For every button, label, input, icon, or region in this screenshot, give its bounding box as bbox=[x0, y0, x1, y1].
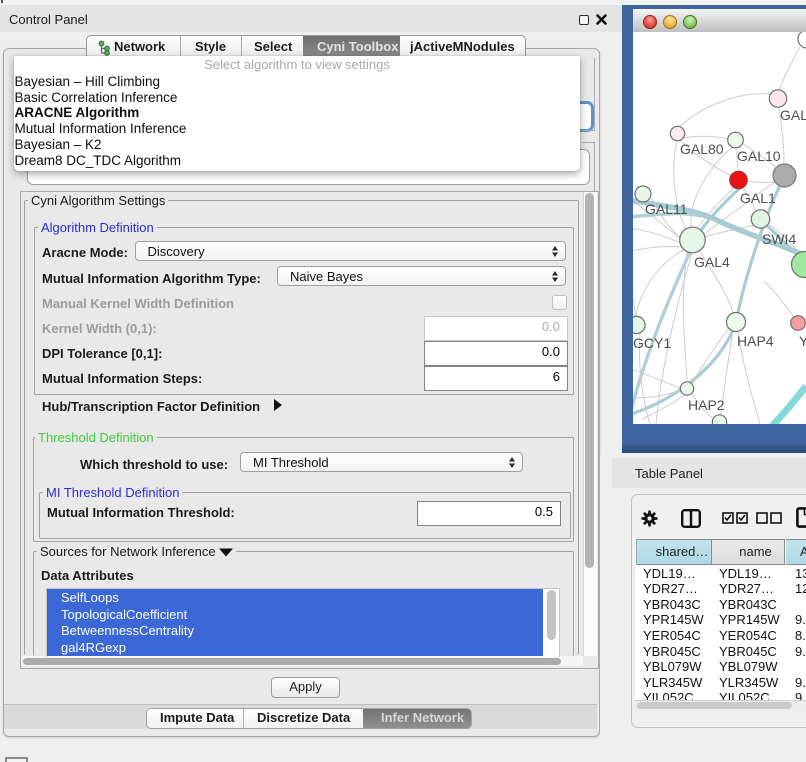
svg-text:GAL80: GAL80 bbox=[680, 141, 724, 157]
svg-text:GAL11: GAL11 bbox=[645, 201, 688, 217]
svg-text:GAL4: GAL4 bbox=[694, 254, 730, 270]
svg-text:GAL2: GAL2 bbox=[780, 107, 806, 123]
svg-text:HAP4: HAP4 bbox=[737, 333, 774, 349]
svg-text:HAP2: HAP2 bbox=[688, 397, 725, 413]
svg-text:Y: Y bbox=[799, 333, 806, 349]
svg-text:SWI4: SWI4 bbox=[762, 231, 796, 247]
svg-text:GAL10: GAL10 bbox=[737, 148, 781, 164]
svg-text:GAL1: GAL1 bbox=[740, 190, 776, 206]
svg-text:GCY1: GCY1 bbox=[633, 335, 671, 351]
